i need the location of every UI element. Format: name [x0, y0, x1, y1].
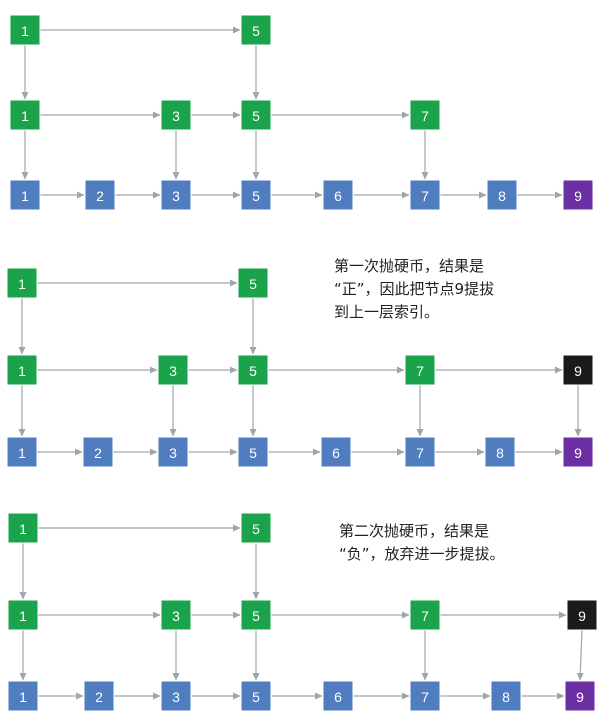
node-label: 5: [252, 608, 260, 624]
skip-list-node-promoted: 9: [566, 599, 598, 631]
skip-list-node-index: 1: [6, 354, 38, 386]
skip-list-node-base: 5: [240, 680, 272, 712]
node-label: 1: [18, 445, 26, 461]
skip-list-node-base: 1: [9, 179, 41, 211]
skip-list-node-base: 6: [322, 680, 354, 712]
node-label: 9: [574, 363, 582, 379]
skip-list-node-base: 7: [409, 680, 441, 712]
node-label: 7: [421, 608, 429, 624]
skip-list-node-index: 5: [237, 267, 269, 299]
skip-list-node-base: 3: [160, 680, 192, 712]
node-label: 1: [18, 276, 26, 292]
node-label: 1: [19, 608, 27, 624]
skip-list-node-index: 1: [7, 599, 39, 631]
skip-list-node-index: 3: [160, 599, 192, 631]
node-label: 5: [252, 188, 260, 204]
node-label: 5: [249, 276, 257, 292]
skip-list-node-base: 5: [240, 179, 272, 211]
skip-list-node-index: 5: [240, 99, 272, 131]
node-label: 3: [172, 188, 180, 204]
node-label: 5: [249, 363, 257, 379]
node-label: 1: [18, 363, 26, 379]
node-label: 2: [96, 188, 104, 204]
skip-list-node-index: 1: [9, 14, 41, 46]
skip-list-node-base: 8: [484, 436, 516, 468]
node-label: 3: [172, 689, 180, 705]
node-label: 5: [252, 689, 260, 705]
node-label: 6: [334, 689, 342, 705]
skip-list-node-base: 2: [83, 680, 115, 712]
node-label: 9: [578, 608, 586, 624]
node-label: 1: [19, 689, 27, 705]
skip-list-node-promoted: 9: [562, 354, 594, 386]
node-label: 9: [576, 689, 584, 705]
skip-list-node-target: 9: [562, 179, 594, 211]
skip-list-node-base: 1: [6, 436, 38, 468]
skip-list-node-index: 3: [160, 99, 192, 131]
node-label: 1: [21, 188, 29, 204]
skip-list-node-index: 5: [240, 512, 272, 544]
node-label: 2: [94, 445, 102, 461]
skip-list-node-base: 7: [409, 179, 441, 211]
node-label: 8: [502, 689, 510, 705]
node-label: 2: [95, 689, 103, 705]
node-label: 7: [421, 689, 429, 705]
skip-list-node-index: 7: [409, 99, 441, 131]
node-label: 3: [172, 108, 180, 124]
skip-list-node-target: 9: [562, 436, 594, 468]
skip-list-node-index: 1: [7, 512, 39, 544]
skip-list-node-index: 7: [409, 599, 441, 631]
node-label: 9: [574, 188, 582, 204]
skip-list-diagram: 1 5 1 3 5 7 1 2 3 5 6 7 8 9 1 5 1 3 5 7 9 1 2 3 5 6 7 8 9 1 5 1 3 5 7 9 1 2 3 5…: [6, 14, 598, 712]
skip-list-node-base: 3: [157, 436, 189, 468]
node-label: 3: [169, 445, 177, 461]
node-label: 5: [249, 445, 257, 461]
caption-coin-flip-2: 第二次抛硬币，结果是 “负”，放弃进一步提拔。: [339, 522, 505, 563]
node-label: 1: [21, 23, 29, 39]
node-label: 5: [252, 108, 260, 124]
node-label: 7: [416, 363, 424, 379]
node-label: 3: [169, 363, 177, 379]
node-label: 8: [498, 188, 506, 204]
skip-list-node-base: 6: [320, 436, 352, 468]
skip-list-node-base: 7: [404, 436, 436, 468]
skip-list-node-index: 5: [237, 354, 269, 386]
node-label: 3: [172, 608, 180, 624]
skip-list-node-base: 2: [84, 179, 116, 211]
skip-list-node-base: 8: [486, 179, 518, 211]
node-label: 8: [496, 445, 504, 461]
node-label: 7: [416, 445, 424, 461]
node-label: 6: [332, 445, 340, 461]
down-pointer-arrow: [576, 629, 584, 681]
node-label: 6: [334, 188, 342, 204]
node-label: 7: [421, 108, 429, 124]
skip-list-node-target: 9: [564, 680, 596, 712]
skip-list-node-index: 3: [157, 354, 189, 386]
skip-list-node-base: 3: [160, 179, 192, 211]
node-label: 1: [21, 108, 29, 124]
skip-list-node-index: 5: [240, 599, 272, 631]
skip-list-node-base: 2: [82, 436, 114, 468]
caption-coin-flip-1: 第一次抛硬币，结果是 “正”，因此把节点9提拔 到上一层索引。: [334, 257, 495, 321]
skip-list-node-index: 7: [404, 354, 436, 386]
skip-list-node-base: 5: [237, 436, 269, 468]
node-label: 7: [421, 188, 429, 204]
skip-list-node-base: 8: [490, 680, 522, 712]
skip-list-node-base: 1: [7, 680, 39, 712]
node-label: 5: [252, 23, 260, 39]
skip-list-node-index: 1: [6, 267, 38, 299]
node-label: 9: [574, 445, 582, 461]
skip-list-node-index: 5: [240, 14, 272, 46]
skip-list-node-index: 1: [9, 99, 41, 131]
node-label: 5: [252, 521, 260, 537]
skip-list-node-base: 6: [322, 179, 354, 211]
node-label: 1: [19, 521, 27, 537]
